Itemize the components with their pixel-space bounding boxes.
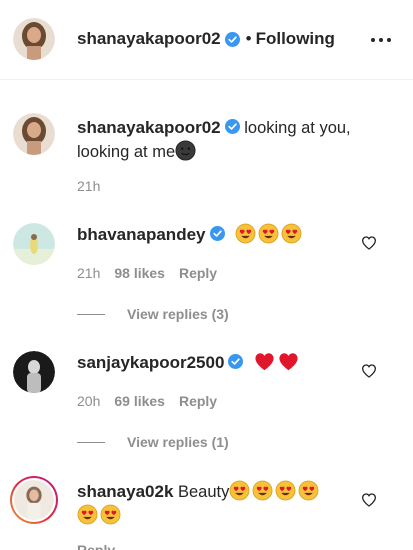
comment-text: sanjaykapoor2500 bbox=[77, 351, 347, 375]
comment-username[interactable]: sanjaykapoor2500 bbox=[77, 353, 224, 372]
comment-meta: 20h 69 likes Reply bbox=[77, 393, 217, 409]
reply-button[interactable]: Reply bbox=[179, 265, 217, 281]
comment-text: bhavanapandey bbox=[77, 223, 347, 247]
view-replies-button[interactable]: View replies (1) bbox=[77, 434, 229, 450]
verified-icon bbox=[224, 31, 240, 47]
verified-icon bbox=[209, 226, 225, 241]
comment-emojis bbox=[235, 223, 304, 244]
reply-button[interactable]: Reply bbox=[77, 542, 115, 550]
caption-text: shanayakapoor02 looking at you, looking … bbox=[77, 116, 387, 164]
header-user-block: shanayakapoor02 • Following bbox=[77, 29, 335, 49]
view-replies-label: View replies (3) bbox=[127, 306, 229, 322]
following-button[interactable]: Following bbox=[256, 29, 335, 49]
avatar-image bbox=[13, 351, 55, 393]
header-avatar[interactable] bbox=[13, 18, 55, 60]
caption-body-line1: looking at you, bbox=[244, 119, 351, 137]
red-heart-emoji bbox=[254, 352, 275, 371]
verified-icon bbox=[224, 119, 240, 134]
story-ring[interactable] bbox=[10, 476, 58, 524]
avatar-image bbox=[13, 223, 55, 265]
comment-time: 21h bbox=[77, 265, 101, 281]
heart-eyes-emoji bbox=[298, 480, 319, 501]
comment-item: bhavanapandey 21h 98 likes Reply View re… bbox=[0, 213, 413, 333]
comment-emojis bbox=[254, 352, 302, 372]
caption-item: shanayakapoor02 looking at you, looking … bbox=[0, 100, 413, 200]
caption-body-line2: looking at me bbox=[77, 143, 176, 161]
heart-eyes-emoji bbox=[275, 480, 296, 501]
replies-divider-line bbox=[77, 441, 105, 443]
separator-dot: • bbox=[245, 29, 252, 48]
header-username[interactable]: shanayakapoor02 bbox=[77, 29, 221, 49]
like-heart-icon[interactable] bbox=[361, 492, 377, 508]
new-moon-face-emoji bbox=[175, 140, 196, 161]
like-heart-icon[interactable] bbox=[361, 235, 377, 251]
caption-username[interactable]: shanayakapoor02 bbox=[77, 118, 221, 137]
red-heart-emoji bbox=[278, 352, 299, 371]
heart-eyes-emoji bbox=[235, 223, 256, 244]
caption-time: 21h bbox=[77, 178, 101, 194]
like-heart-icon[interactable] bbox=[361, 363, 377, 379]
comment-time: 20h bbox=[77, 393, 101, 409]
comment-avatar bbox=[14, 480, 54, 520]
post-header: shanayakapoor02 • Following bbox=[0, 0, 413, 80]
more-options-icon[interactable] bbox=[371, 31, 391, 49]
view-replies-button[interactable]: View replies (3) bbox=[77, 306, 229, 322]
view-replies-label: View replies (1) bbox=[127, 434, 229, 450]
heart-eyes-emoji bbox=[229, 480, 250, 501]
comment-meta: 21h 98 likes Reply bbox=[77, 265, 217, 281]
comment-avatar[interactable] bbox=[13, 223, 55, 265]
avatar-image bbox=[14, 480, 54, 520]
comment-avatar[interactable] bbox=[13, 351, 55, 393]
caption-meta: 21h bbox=[77, 178, 100, 194]
caption-avatar[interactable] bbox=[13, 113, 55, 155]
comment-username[interactable]: shanaya02k bbox=[77, 482, 173, 501]
comment-meta: Reply bbox=[77, 542, 115, 550]
avatar-image bbox=[13, 113, 55, 155]
comment-text: shanaya02k Beauty bbox=[77, 480, 337, 528]
heart-eyes-emoji bbox=[77, 504, 98, 525]
comment-likes[interactable]: 98 likes bbox=[114, 265, 165, 281]
heart-eyes-emoji bbox=[258, 223, 279, 244]
verified-icon bbox=[228, 354, 244, 369]
heart-eyes-emoji bbox=[252, 480, 273, 501]
heart-eyes-emoji bbox=[281, 223, 302, 244]
replies-divider-line bbox=[77, 313, 105, 315]
reply-button[interactable]: Reply bbox=[179, 393, 217, 409]
comment-likes[interactable]: 69 likes bbox=[114, 393, 165, 409]
comment-body: Beauty bbox=[178, 483, 230, 501]
comment-item: shanaya02k Beauty Reply bbox=[0, 470, 413, 550]
comment-item: sanjaykapoor2500 20h 69 likes Reply View… bbox=[0, 341, 413, 461]
heart-eyes-emoji bbox=[100, 504, 121, 525]
avatar-image bbox=[13, 18, 55, 60]
comment-username[interactable]: bhavanapandey bbox=[77, 225, 206, 244]
